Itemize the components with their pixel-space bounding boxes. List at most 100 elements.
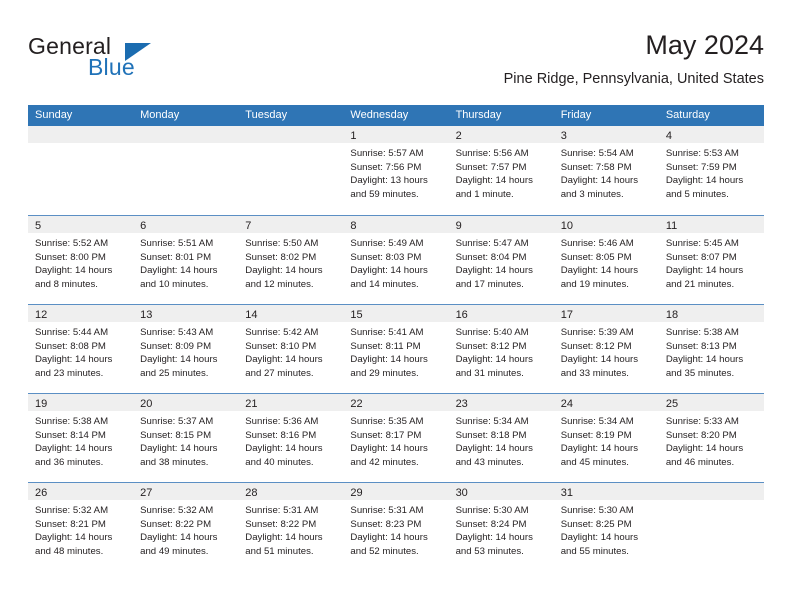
day-detail-line: Daylight: 14 hours: [350, 532, 428, 544]
day-cell-21[interactable]: 21 Sunrise: 5:36 AM Sunset: 8:16 PM Dayligh…: [238, 394, 344, 482]
day-detail-line: Sunset: 8:09 PM: [140, 340, 212, 352]
day-detail-line: Sunset: 8:12 PM: [560, 340, 632, 352]
day-cell-1[interactable]: 1 Sunrise: 5:57 AM Sunset: 7:56 PM Daylight…: [343, 126, 449, 215]
day-number-band: 18: [658, 305, 764, 322]
day-number: 19: [35, 398, 48, 410]
day-detail-line: Sunrise: 5:38 AM: [35, 416, 109, 427]
day-cell-9[interactable]: 9 Sunrise: 5:47 AM Sunset: 8:04 PM Daylight…: [448, 216, 554, 304]
brand-logo[interactable]: General Blue: [28, 33, 218, 89]
day-detail-line: Daylight: 14 hours: [560, 354, 639, 366]
day-cell-25[interactable]: 25 Sunrise: 5:33 AM Sunset: 8:20 PM Dayligh…: [658, 394, 764, 482]
day-number: 14: [245, 309, 258, 321]
day-details: Sunrise: 5:32 AM Sunset: 8:22 PM Daylight:…: [133, 500, 238, 558]
day-cell-16[interactable]: 16 Sunrise: 5:40 AM Sunset: 8:12 PM Dayligh…: [448, 305, 554, 393]
day-number: 28: [245, 487, 258, 499]
day-cell-18[interactable]: 18 Sunrise: 5:38 AM Sunset: 8:13 PM Dayligh…: [658, 305, 764, 393]
day-cell-28[interactable]: 28 Sunrise: 5:31 AM Sunset: 8:22 PM Dayligh…: [238, 483, 344, 571]
day-cell-10[interactable]: 10 Sunrise: 5:46 AM Sunset: 8:05 PM Dayligh…: [553, 216, 659, 304]
day-detail-line: Daylight: 14 hours: [245, 265, 323, 277]
day-number: 22: [350, 398, 363, 410]
day-detail-line: Daylight: 14 hours: [350, 443, 428, 455]
day-number-band: [238, 126, 344, 143]
day-detail-line: and 12 minutes.: [245, 278, 314, 290]
day-detail-line: Sunset: 8:22 PM: [140, 518, 212, 530]
day-details: Sunrise: 5:49 AM Sunset: 8:03 PM Daylight:…: [343, 233, 448, 291]
day-cell-23[interactable]: 23 Sunrise: 5:34 AM Sunset: 8:18 PM Dayligh…: [448, 394, 554, 482]
day-detail-line: Sunrise: 5:47 AM: [455, 238, 529, 249]
day-number-band: 12: [28, 305, 134, 322]
day-cell-12[interactable]: 12 Sunrise: 5:44 AM Sunset: 8:08 PM Dayligh…: [28, 305, 134, 393]
day-detail-line: Sunset: 8:05 PM: [560, 251, 632, 263]
day-cell-30[interactable]: 30 Sunrise: 5:30 AM Sunset: 8:24 PM Dayligh…: [448, 483, 554, 571]
day-cell-27[interactable]: 27 Sunrise: 5:32 AM Sunset: 8:22 PM Dayligh…: [133, 483, 239, 571]
day-details: Sunrise: 5:31 AM Sunset: 8:23 PM Daylight:…: [343, 500, 448, 558]
day-number-band: 23: [448, 394, 554, 411]
day-number: 17: [560, 309, 573, 321]
day-detail-line: and 5 minutes.: [665, 188, 729, 200]
day-detail-line: Sunset: 7:59 PM: [665, 161, 737, 173]
day-details: Sunrise: 5:51 AM Sunset: 8:01 PM Daylight:…: [133, 233, 238, 291]
day-cell-26[interactable]: 26 Sunrise: 5:32 AM Sunset: 8:21 PM Dayligh…: [28, 483, 134, 571]
day-number-band: 5: [28, 216, 134, 233]
day-details: Sunrise: 5:34 AM Sunset: 8:18 PM Daylight:…: [449, 411, 554, 469]
day-details: Sunrise: 5:50 AM Sunset: 8:02 PM Daylight:…: [238, 233, 343, 291]
day-number: 24: [560, 398, 573, 410]
day-cell-3[interactable]: 3 Sunrise: 5:54 AM Sunset: 7:58 PM Daylight…: [553, 126, 659, 215]
day-details: Sunrise: 5:30 AM Sunset: 8:24 PM Daylight:…: [449, 500, 554, 558]
day-cell-4[interactable]: 4 Sunrise: 5:53 AM Sunset: 7:59 PM Daylight…: [658, 126, 764, 215]
day-detail-line: Sunrise: 5:32 AM: [140, 505, 214, 516]
day-cell-5[interactable]: 5 Sunrise: 5:52 AM Sunset: 8:00 PM Daylight…: [28, 216, 134, 304]
day-details: [659, 500, 764, 504]
day-number: 6: [140, 220, 147, 232]
day-cell-15[interactable]: 15 Sunrise: 5:41 AM Sunset: 8:11 PM Dayligh…: [343, 305, 449, 393]
weekday-header-friday: Friday: [560, 109, 592, 121]
day-details: Sunrise: 5:37 AM Sunset: 8:15 PM Daylight:…: [133, 411, 238, 469]
day-cell-22[interactable]: 22 Sunrise: 5:35 AM Sunset: 8:17 PM Dayligh…: [343, 394, 449, 482]
day-cell-2[interactable]: 2 Sunrise: 5:56 AM Sunset: 7:57 PM Daylight…: [448, 126, 554, 215]
day-detail-line: Daylight: 14 hours: [455, 265, 533, 277]
day-details: Sunrise: 5:57 AM Sunset: 7:56 PM Daylight:…: [343, 143, 448, 201]
day-detail-line: Daylight: 14 hours: [560, 532, 639, 544]
day-number: 7: [245, 220, 252, 232]
day-detail-line: Sunset: 8:08 PM: [35, 340, 106, 352]
day-detail-line: Sunrise: 5:30 AM: [455, 505, 529, 516]
day-number: 15: [350, 309, 363, 321]
day-detail-line: Daylight: 14 hours: [245, 354, 323, 366]
day-cell-24[interactable]: 24 Sunrise: 5:34 AM Sunset: 8:19 PM Dayligh…: [553, 394, 659, 482]
day-cell-13[interactable]: 13 Sunrise: 5:43 AM Sunset: 8:09 PM Dayligh…: [133, 305, 239, 393]
day-cell-29[interactable]: 29 Sunrise: 5:31 AM Sunset: 8:23 PM Dayligh…: [343, 483, 449, 571]
day-cell-31[interactable]: 31 Sunrise: 5:30 AM Sunset: 8:25 PM Dayligh…: [553, 483, 659, 571]
day-detail-line: and 10 minutes.: [140, 278, 209, 290]
day-detail-line: Sunrise: 5:51 AM: [140, 238, 214, 249]
page-title: May 2024: [645, 30, 764, 60]
day-cell-17[interactable]: 17 Sunrise: 5:39 AM Sunset: 8:12 PM Dayligh…: [553, 305, 659, 393]
weekday-header-monday: Monday: [140, 109, 180, 121]
day-detail-line: Daylight: 14 hours: [665, 443, 744, 455]
day-cell-19[interactable]: 19 Sunrise: 5:38 AM Sunset: 8:14 PM Dayligh…: [28, 394, 134, 482]
day-number-band: 1: [343, 126, 449, 143]
day-details: Sunrise: 5:31 AM Sunset: 8:22 PM Daylight:…: [238, 500, 343, 558]
day-detail-line: Sunrise: 5:54 AM: [560, 148, 634, 159]
day-number-band: 2: [448, 126, 554, 143]
day-number: 9: [455, 220, 462, 232]
day-detail-line: Daylight: 14 hours: [560, 265, 639, 277]
day-details: Sunrise: 5:36 AM Sunset: 8:16 PM Daylight:…: [238, 411, 343, 469]
day-cell-20[interactable]: 20 Sunrise: 5:37 AM Sunset: 8:15 PM Dayligh…: [133, 394, 239, 482]
day-cell-7[interactable]: 7 Sunrise: 5:50 AM Sunset: 8:02 PM Daylight…: [238, 216, 344, 304]
day-cell-8[interactable]: 8 Sunrise: 5:49 AM Sunset: 8:03 PM Daylight…: [343, 216, 449, 304]
day-number-band: 28: [238, 483, 344, 500]
day-number-band: 27: [133, 483, 239, 500]
day-number-band: 20: [133, 394, 239, 411]
day-detail-line: Daylight: 14 hours: [35, 443, 113, 455]
day-cell-14[interactable]: 14 Sunrise: 5:42 AM Sunset: 8:10 PM Dayligh…: [238, 305, 344, 393]
day-cell-11[interactable]: 11 Sunrise: 5:45 AM Sunset: 8:07 PM Dayligh…: [658, 216, 764, 304]
day-detail-line: Sunset: 8:13 PM: [665, 340, 737, 352]
day-number: 20: [140, 398, 153, 410]
day-detail-line: Sunset: 7:56 PM: [350, 161, 422, 173]
day-detail-line: and 55 minutes.: [560, 545, 629, 557]
day-cell-6[interactable]: 6 Sunrise: 5:51 AM Sunset: 8:01 PM Daylight…: [133, 216, 239, 304]
week-row: 12 Sunrise: 5:44 AM Sunset: 8:08 PM Dayligh…: [28, 304, 764, 393]
day-number: 12: [35, 309, 48, 321]
day-detail-line: Sunrise: 5:31 AM: [245, 505, 319, 516]
day-detail-line: Daylight: 14 hours: [665, 354, 744, 366]
